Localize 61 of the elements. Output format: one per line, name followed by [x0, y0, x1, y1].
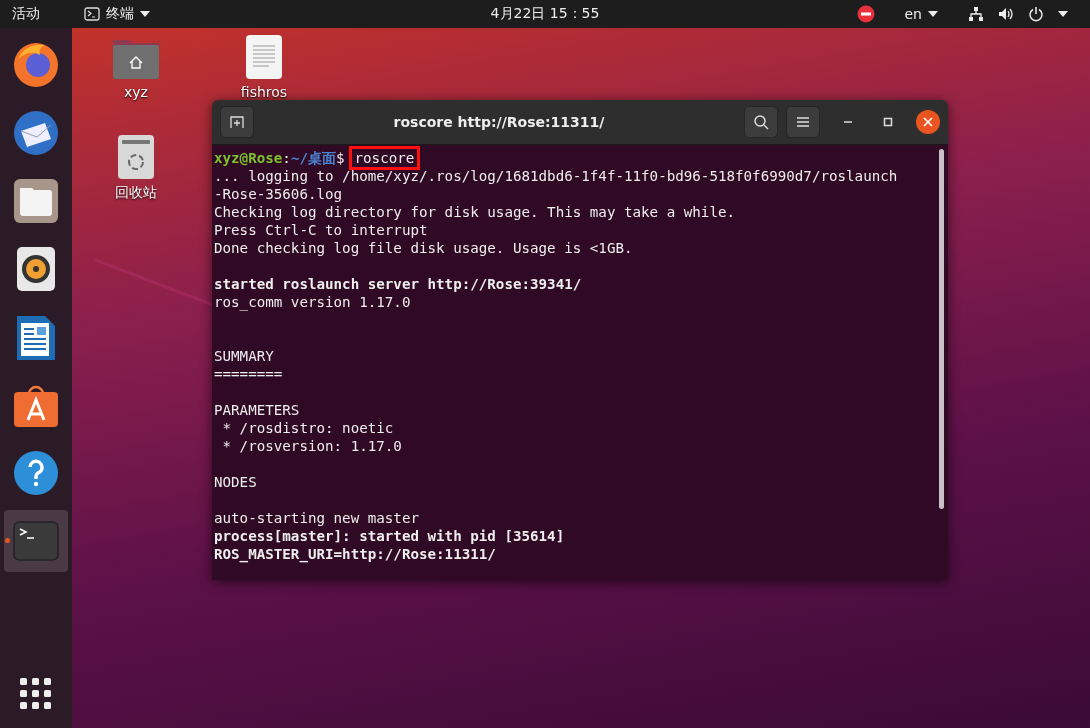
output-line: process[master]: started with pid [35614]: [214, 528, 565, 544]
output-line: Checking log directory for disk usage. This may take a while.: [214, 204, 736, 220]
output-line: PARAMETERS: [214, 402, 300, 418]
desktop-icon[interactable]: xyz: [91, 36, 181, 100]
output-line: -Rose-35606.log: [214, 186, 343, 202]
output-line: ROS_MASTER_URI=http://Rose:11311/: [214, 546, 496, 562]
app-menu[interactable]: 终端: [74, 0, 160, 28]
caret-icon: [928, 11, 938, 17]
new-tab-icon: [230, 115, 244, 129]
power-icon[interactable]: [1028, 6, 1044, 22]
prompt-separator: :: [282, 150, 291, 166]
close-button[interactable]: [916, 110, 940, 134]
document-icon: [16, 313, 56, 361]
clock[interactable]: 4月22日 15：55: [480, 0, 610, 28]
minimize-icon: [843, 121, 853, 123]
output-line: * /rosdistro: noetic: [221, 420, 394, 436]
scrollbar[interactable]: [939, 149, 944, 509]
output-line: started roslaunch server http://Rose:39341/: [214, 276, 582, 292]
search-button[interactable]: [744, 106, 778, 138]
prompt-user: xyz@Rose: [214, 150, 283, 166]
caret-icon[interactable]: [1058, 11, 1068, 17]
desktop-icon[interactable]: 回收站: [91, 134, 181, 202]
output-line: * /rosversion: 1.17.0: [221, 438, 402, 454]
desktop-icon-label: 回收站: [115, 184, 157, 202]
help-icon: [13, 450, 59, 496]
folder-icon: [13, 178, 59, 224]
menu-icon: [796, 116, 810, 128]
maximize-icon: [883, 117, 893, 127]
output-line: ... logging to /home/xyz/.ros/log/1681dbd6-1f4f-11f0-bd96-518f0f6990d7/roslaunch: [214, 168, 898, 184]
activities-button[interactable]: 活动: [0, 0, 50, 28]
input-method-menu[interactable]: en: [898, 0, 944, 28]
output-line: Done checking log file disk usage. Usage is <1GB.: [214, 240, 633, 256]
desktop-icon-label: fishros: [240, 84, 288, 100]
do-not-disturb-icon[interactable]: [856, 5, 875, 23]
text-file-icon: [245, 34, 283, 80]
output-line: Press Ctrl-C to interrupt: [214, 222, 428, 238]
desktop-icon[interactable]: fishros: [219, 34, 309, 100]
new-tab-button[interactable]: [220, 106, 254, 138]
trash-icon: [117, 134, 155, 180]
mail-icon: [12, 109, 60, 157]
globe-icon: [12, 41, 60, 89]
prompt-symbol: $: [336, 150, 345, 166]
app-grid-icon[interactable]: [20, 678, 52, 710]
output-line: SUMMARY: [214, 348, 274, 364]
close-icon: [923, 117, 933, 127]
search-icon: [753, 114, 769, 130]
speaker-icon: [16, 246, 56, 292]
menu-button[interactable]: [786, 106, 820, 138]
output-line: auto-starting new master: [214, 510, 419, 526]
prompt-path: ~/桌面: [290, 150, 336, 166]
output-line: NODES: [214, 474, 257, 490]
caret-icon: [140, 11, 150, 17]
terminal-icon: [13, 521, 59, 561]
network-icon[interactable]: [968, 6, 984, 22]
terminal-icon: [84, 7, 100, 21]
output-line: ros_comm version 1.17.0: [214, 294, 411, 310]
running-indicator: [5, 538, 10, 543]
window-title: roscore http://Rose:11311/: [392, 114, 606, 130]
output-line: ========: [214, 366, 283, 382]
desktop-icon-label: xyz: [124, 84, 148, 100]
volume-icon[interactable]: [998, 6, 1014, 22]
